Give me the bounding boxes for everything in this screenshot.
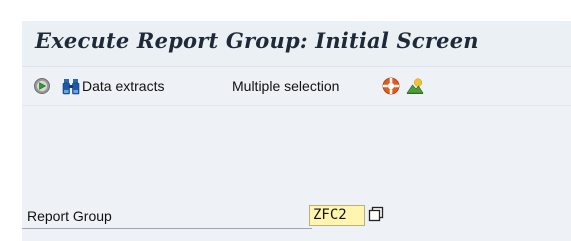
data-extracts-label: Data extracts — [82, 78, 165, 94]
field-underline — [22, 228, 312, 229]
value-help-button[interactable] — [367, 206, 385, 225]
report-group-label: Report Group — [27, 208, 112, 224]
mountain-landscape-icon — [406, 77, 424, 95]
report-group-input[interactable]: ZFC2 — [309, 205, 365, 226]
help-button[interactable] — [382, 67, 400, 105]
landscape-button[interactable] — [406, 67, 424, 105]
execute-button[interactable] — [33, 67, 51, 105]
multiple-selection-button[interactable]: Multiple selection — [232, 67, 339, 105]
sap-window: Execute Report Group: Initial Screen Dat… — [22, 21, 571, 241]
title-bar: Execute Report Group: Initial Screen — [22, 21, 571, 67]
page-title: Execute Report Group: Initial Screen — [35, 28, 479, 53]
report-group-row: Report Group ZFC2 — [22, 204, 571, 230]
screen-frame: Execute Report Group: Initial Screen Dat… — [0, 0, 571, 241]
binoculars-icon — [62, 77, 80, 95]
lifebuoy-icon — [382, 77, 400, 95]
application-toolbar: Data extracts Multiple selection — [22, 67, 571, 106]
content-area: Report Group ZFC2 — [22, 106, 571, 241]
data-extracts-button[interactable]: Data extracts — [62, 67, 164, 105]
multiple-selection-label: Multiple selection — [232, 78, 340, 94]
execute-icon — [33, 77, 51, 95]
value-help-icon — [368, 206, 384, 226]
